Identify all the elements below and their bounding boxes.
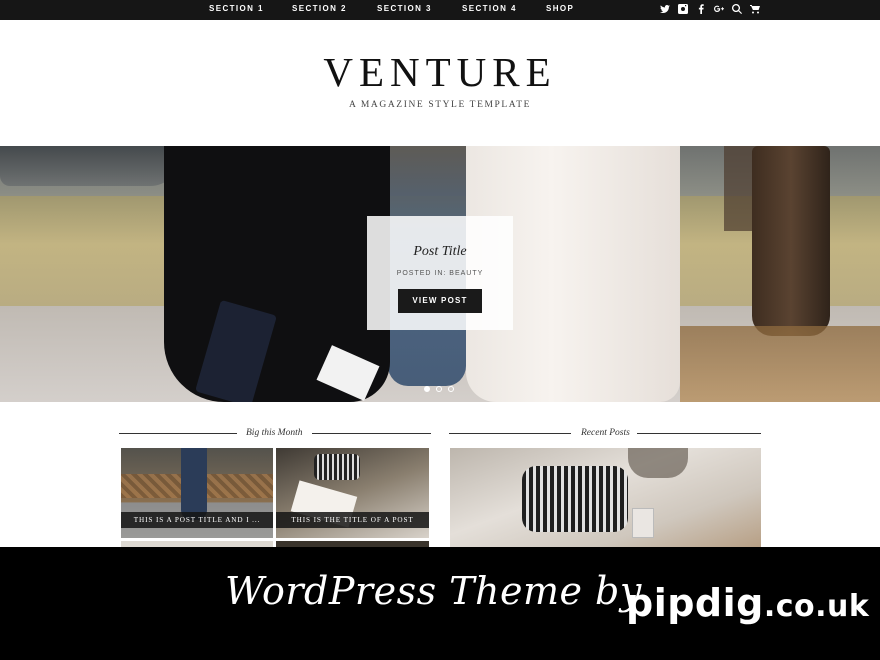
social-icons xyxy=(660,0,760,18)
post-thumbnail-2[interactable]: This is the title of a post xyxy=(276,448,429,538)
nav-item-section-1[interactable]: Section 1 xyxy=(209,0,264,18)
site-tagline: A MAGAZINE STYLE TEMPLATE xyxy=(348,100,532,110)
nav-item-section-2[interactable]: Section 2 xyxy=(292,0,347,18)
banner-text: WordPress Theme by xyxy=(225,569,642,613)
slide-caption-box: Post Title Posted in: Beauty View Post xyxy=(367,216,513,330)
google-plus-icon[interactable] xyxy=(714,4,724,14)
thumbnail-image-bottle xyxy=(632,508,654,538)
view-post-button[interactable]: View Post xyxy=(398,289,482,313)
slider-pagination xyxy=(424,386,454,392)
thumbnail-image-bag xyxy=(522,466,628,532)
instagram-icon[interactable] xyxy=(678,4,688,14)
slide-image-car xyxy=(0,146,180,186)
recent-post-thumbnail[interactable] xyxy=(450,448,761,552)
heading-divider-right xyxy=(312,433,431,434)
brand-domain: .co.uk xyxy=(763,589,870,624)
slide-image-leaves xyxy=(680,326,880,402)
nav-item-shop[interactable]: Shop xyxy=(546,0,574,18)
heading-divider-right xyxy=(637,433,761,434)
nav-item-section-3[interactable]: Section 3 xyxy=(377,0,432,18)
heading-divider-left xyxy=(449,433,571,434)
promo-banner: WordPress Theme by pipdig.co.uk xyxy=(0,547,880,660)
recent-posts-heading: Recent Posts xyxy=(449,428,761,438)
twitter-icon[interactable] xyxy=(660,4,670,14)
post-thumbnail-title[interactable]: This is a post title and I ... xyxy=(121,512,273,528)
slider-dot-2[interactable] xyxy=(436,386,442,392)
big-this-month-heading: Big this Month xyxy=(119,428,431,438)
search-icon[interactable] xyxy=(732,4,742,14)
big-this-month-title: Big this Month xyxy=(246,428,303,438)
thumbnail-image-lamp xyxy=(628,448,688,478)
slider-dot-3[interactable] xyxy=(448,386,454,392)
site-logo[interactable]: VENTURE xyxy=(0,50,880,94)
post-thumbnail-title[interactable]: This is the title of a post xyxy=(276,512,429,528)
recent-posts-title: Recent Posts xyxy=(581,428,630,438)
thumbnail-image-bag xyxy=(314,454,360,480)
pipdig-logo[interactable]: pipdig.co.uk xyxy=(626,581,869,625)
slider-dot-1[interactable] xyxy=(424,386,430,392)
slide-image-tree-trunk xyxy=(752,146,830,336)
thumbnail-image-figure xyxy=(181,448,207,520)
post-thumbnail-1[interactable]: This is a post title and I ... xyxy=(121,448,273,538)
cart-icon[interactable] xyxy=(750,4,760,14)
heading-divider-left xyxy=(119,433,237,434)
slide-post-category: Posted in: Beauty xyxy=(396,270,484,277)
top-navigation-bar: Section 1 Section 2 Section 3 Section 4 … xyxy=(0,0,880,20)
facebook-icon[interactable] xyxy=(696,4,706,14)
brand-name: pipdig xyxy=(626,581,764,625)
slide-post-title[interactable]: Post Title xyxy=(367,244,513,260)
nav-item-section-4[interactable]: Section 4 xyxy=(462,0,517,18)
